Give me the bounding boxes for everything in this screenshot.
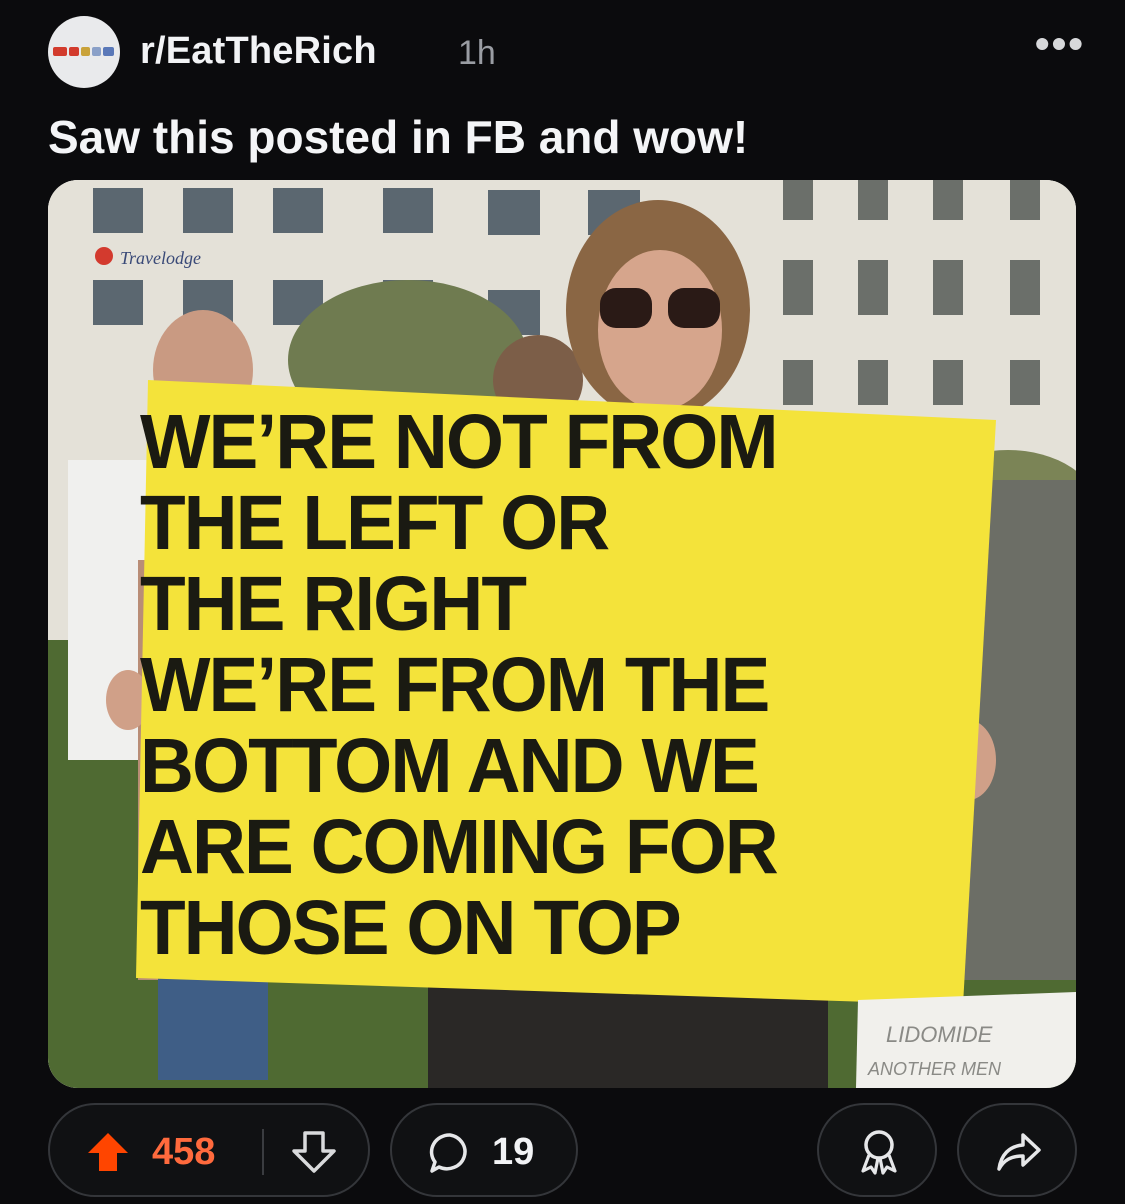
action-bar: 458 19	[48, 1103, 1077, 1199]
comments-button[interactable]: 19	[390, 1103, 578, 1197]
post-image[interactable]: Travelodge LIDOMIDE ANOTHER MEN WE’RE NO…	[48, 180, 1076, 1088]
downvote-icon[interactable]	[292, 1131, 336, 1173]
post-header: r/EatTheRich 1h •••	[48, 16, 1085, 88]
comment-icon	[429, 1133, 467, 1173]
vote-score: 458	[152, 1131, 216, 1173]
subreddit-avatar[interactable]	[48, 16, 120, 88]
sign-line: THE RIGHT	[140, 561, 527, 647]
post-title[interactable]: Saw this posted in FB and wow!	[48, 110, 748, 164]
comment-count: 19	[492, 1131, 535, 1173]
sign-line: WE’RE NOT FROM	[140, 399, 779, 485]
subreddit-name[interactable]: r/EatTheRich	[140, 30, 377, 73]
post-age: 1h	[458, 34, 496, 72]
vote-divider	[262, 1129, 264, 1175]
hotel-sign: Travelodge	[120, 248, 201, 268]
sign-line: BOTTOM AND WE	[140, 723, 760, 809]
more-options-icon[interactable]: •••	[1035, 20, 1085, 68]
bottom-sign-line1: LIDOMIDE	[886, 1022, 993, 1047]
share-icon	[997, 1133, 1041, 1171]
sign-line: THOSE ON TOP	[140, 885, 682, 971]
upvote-icon[interactable]	[86, 1131, 130, 1173]
protest-sign-text: WE’RE NOT FROM THE LEFT OR THE RIGHT WE’…	[140, 402, 945, 969]
share-button[interactable]	[957, 1103, 1077, 1197]
sign-line: THE LEFT OR	[140, 480, 610, 566]
vote-control: 458	[48, 1103, 370, 1197]
bottom-sign-line2: ANOTHER MEN	[867, 1059, 1002, 1079]
sign-line: ARE COMING FOR	[140, 804, 779, 890]
award-icon	[861, 1130, 897, 1175]
award-button[interactable]	[817, 1103, 937, 1197]
sign-line: WE’RE FROM THE	[140, 642, 770, 728]
